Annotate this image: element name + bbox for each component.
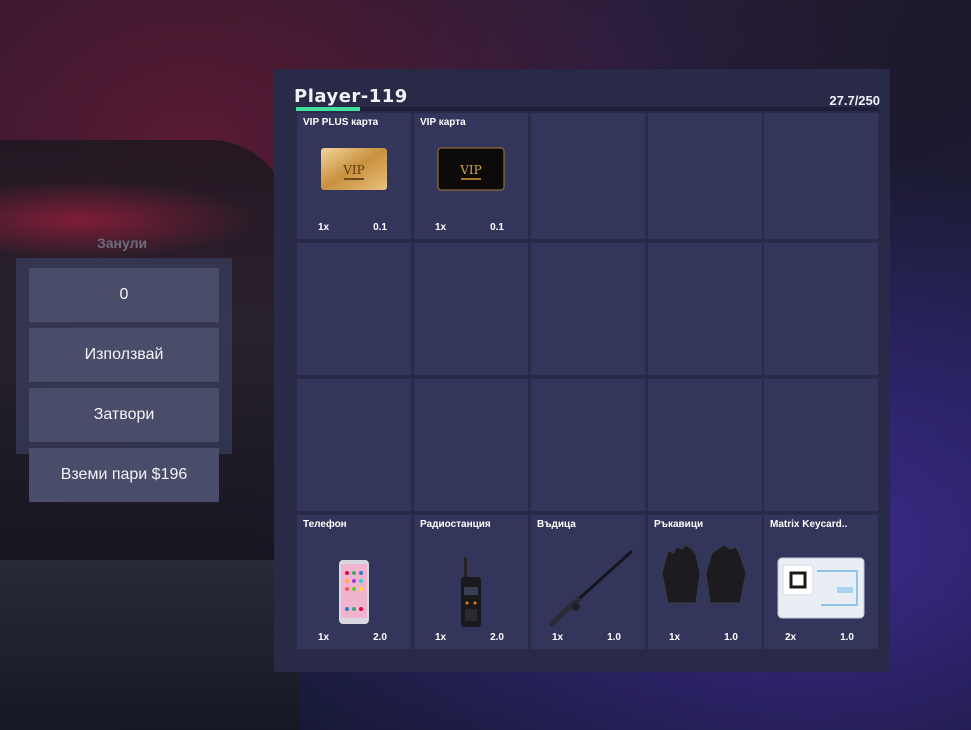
take-money-button[interactable]: Вземи пари $196 xyxy=(29,448,219,502)
inventory-slot[interactable]: Ръкавици 1x 1.0 xyxy=(648,515,762,649)
slot-weight: 0.1 xyxy=(490,222,504,233)
inventory-slot-empty[interactable] xyxy=(764,113,878,239)
inventory-slot-empty[interactable] xyxy=(648,379,762,511)
slot-quantity: 1x xyxy=(318,222,330,233)
inventory-slot[interactable]: Радиостанция 1x 2.0 xyxy=(414,515,528,649)
slot-weight: 1.0 xyxy=(607,632,621,643)
slot-item-name: Телефон xyxy=(303,519,347,530)
inventory-slot-empty[interactable] xyxy=(648,113,762,239)
inventory-slot-empty[interactable] xyxy=(297,243,411,375)
amount-button[interactable]: 0 xyxy=(29,268,219,322)
slot-weight: 1.0 xyxy=(724,632,738,643)
inventory-slot-empty[interactable] xyxy=(648,243,762,375)
background-car-hood xyxy=(0,560,300,730)
slot-quantity: 1x xyxy=(435,632,447,643)
inventory-slot-empty[interactable] xyxy=(531,379,645,511)
inventory-weight: 27.7/250 xyxy=(829,93,880,108)
inventory-slot-empty[interactable] xyxy=(531,113,645,239)
inventory-slot[interactable]: VIP карта VIP 1x 0.1 xyxy=(414,113,528,239)
gloves-icon xyxy=(661,544,747,604)
slot-weight: 1.0 xyxy=(840,632,854,643)
slot-weight: 2.0 xyxy=(490,632,504,643)
slot-item-name: VIP карта xyxy=(420,117,466,128)
close-button[interactable]: Затвори xyxy=(29,388,219,442)
vip-plus-card-icon: VIP xyxy=(321,148,387,190)
inventory-slot[interactable]: Matrix Keycard.. 2x 1.0 xyxy=(764,515,878,649)
slot-weight: 0.1 xyxy=(373,222,387,233)
slot-item-name: Радиостанция xyxy=(420,519,491,530)
slot-item-name: VIP PLUS карта xyxy=(303,117,379,128)
slot-quantity: 1x xyxy=(669,632,681,643)
slot-quantity: 2x xyxy=(785,632,797,643)
svg-text:VIP: VIP xyxy=(459,163,481,177)
slot-quantity: 1x xyxy=(318,632,330,643)
inventory-slot-empty[interactable] xyxy=(764,379,878,511)
background-label: Занули xyxy=(97,235,148,251)
weight-bar-fill xyxy=(296,107,361,111)
slot-item-name: Ръкавици xyxy=(654,519,704,530)
inventory-slot-empty[interactable] xyxy=(297,379,411,511)
inventory-slot-empty[interactable] xyxy=(414,379,528,511)
svg-text:VIP: VIP xyxy=(342,163,364,177)
slot-weight: 2.0 xyxy=(373,632,387,643)
slot-quantity: 1x xyxy=(552,632,564,643)
weight-bar xyxy=(296,107,878,111)
slot-quantity: 1x xyxy=(435,222,447,233)
inventory-panel: Player-119 27.7/250 VIP PLUS карта VIP 1… xyxy=(274,69,890,672)
inventory-slot-empty[interactable] xyxy=(531,243,645,375)
slot-item-name: Matrix Keycard.. xyxy=(770,519,848,530)
keycard-icon xyxy=(777,557,865,619)
inventory-slot[interactable]: Телефон 1x 2.0 xyxy=(297,515,411,649)
inventory-slot-empty[interactable] xyxy=(764,243,878,375)
inventory-title: Player-119 xyxy=(294,86,408,107)
inventory-slot[interactable]: VIP PLUS карта VIP 1x 0.1 xyxy=(297,113,411,239)
fishing-rod-icon xyxy=(548,549,634,627)
use-button[interactable]: Използвай xyxy=(29,328,219,382)
phone-icon xyxy=(339,560,369,624)
radio-icon xyxy=(461,557,481,627)
slot-item-name: Въдица xyxy=(537,519,576,530)
vip-card-icon: VIP xyxy=(437,147,505,191)
inventory-slot-empty[interactable] xyxy=(414,243,528,375)
inventory-slot[interactable]: Въдица 1x 1.0 xyxy=(531,515,645,649)
